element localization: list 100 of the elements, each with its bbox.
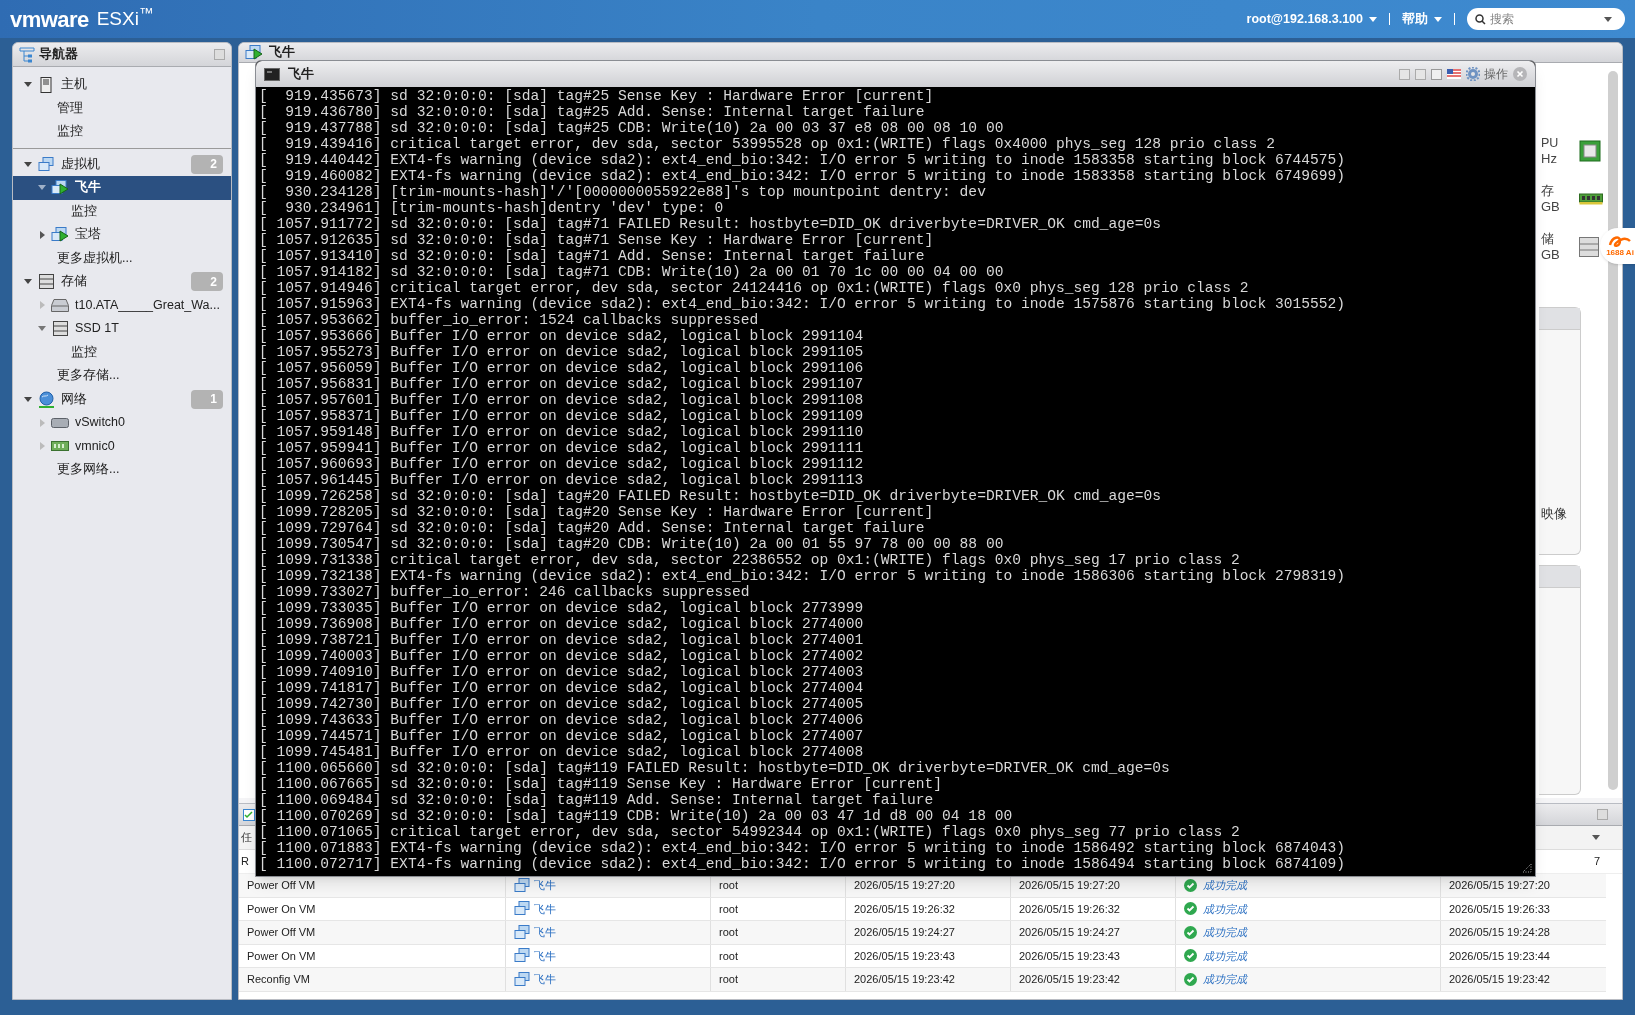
console-line: [ 1099.745481] Buffer I/O error on device sda2, logical block 2774008 [259,744,864,760]
globe-icon [37,390,55,408]
collapse-panel-icon[interactable] [214,49,225,60]
nav-tree-item[interactable]: vSwitch0 [13,411,231,435]
vm-link[interactable]: 飞牛 [534,924,556,941]
settings-icon [1466,67,1480,81]
console-line: [ 1099.738721] Buffer I/O error on device sda2, logical block 2774001 [259,632,864,648]
vm-link[interactable]: 飞牛 [534,900,556,917]
close-icon[interactable] [1513,67,1527,81]
nav-item-label: 监控 [71,343,97,361]
hard-drive-icon [51,298,69,312]
task-row[interactable]: Reconfig VM 飞牛 root 2026/05/15 19:23:42 2026/05/15 19:23:42 成功完成 2026/05/15 19:23:42 [239,968,1606,992]
success-icon [1184,949,1197,963]
collapse-panel-icon[interactable] [1597,809,1608,820]
success-icon [1184,972,1197,986]
expanded-arrow-icon[interactable] [38,326,46,332]
window-icon[interactable] [1415,68,1426,80]
search-field[interactable]: 搜索 [1467,8,1625,30]
console-line: [ 1099.742730] Buffer I/O error on device sda2, logical block 2774005 [259,696,864,712]
nav-item-label: 宝塔 [75,226,101,244]
status-text: 成功完成 [1203,925,1247,940]
console-line: [ 1057.956831] Buffer I/O error on device sda2, logical block 2991107 [259,376,864,392]
nav-tree-item[interactable]: 管理 [13,96,231,120]
table-cell-text: 2026/05/15 19:24:27 [853,925,956,940]
nav-tree-item[interactable]: t10.ATA_____Great_Wa... [13,293,231,317]
expanded-arrow-icon[interactable] [24,396,32,402]
console-line: [ 1099.729764] sd 32:0:0:0: [sda] tag#20 Add. Sense: Internal target failure [259,520,925,536]
task-row[interactable]: Power On VM 飞牛 root 2026/05/15 19:26:32 2026/05/15 19:26:32 成功完成 2026/05/15 19:26:33 [239,897,1606,921]
nav-item-label: 更多虚拟机... [57,249,133,267]
expanded-arrow-icon[interactable] [24,82,32,88]
caret-icon [1369,16,1377,22]
console-line: [ 1057.959941] Buffer I/O error on device sda2, logical block 2991111 [259,440,864,456]
vm-running-icon [245,45,263,60]
table-cell-text: 2026/05/15 19:27:20 [1018,878,1121,893]
nav-tree-item[interactable]: 宝塔 [13,223,231,247]
flag-icon[interactable] [1447,69,1461,79]
expanded-arrow-icon[interactable] [24,279,32,285]
nav-tree-item[interactable]: 更多网络... [13,458,231,482]
console-line: [ 930.234128] [trim-mounts-hash]'/'[0000000055922e88]'s top mountpoint dentry: dev [259,184,986,200]
console-line: [ 1100.069484] sd 32:0:0:0: [sda] tag#119 Add. Sense: Internal target failure [259,792,934,808]
nav-item-label: 网络 [61,390,87,408]
status-text: 成功完成 [1203,948,1247,964]
collapsed-arrow-icon[interactable] [39,230,45,239]
vm-icon [514,971,530,987]
nav-tree-item[interactable]: 存储 2 [13,270,231,294]
table-cell-text: 2026/05/15 19:23:44 [1448,948,1551,964]
count-badge: 2 [191,154,223,174]
navigator-title: 导航器 [39,46,78,64]
success-icon [1184,878,1197,892]
vm-running-icon [51,227,69,243]
console-line: [ 919.460082] EXT4-fs warning (device sda2): ext4_end_bio:342: I/O error 5 writing to inode 1583358 starting block 6749699) [259,168,1345,184]
help-menu[interactable]: 帮助 [1394,9,1450,29]
console-line: [ 1057.914182] sd 32:0:0:0: [sda] tag#71 CDB: Write(10) 2a 00 01 70 1c 00 00 04 00 00 [259,264,1004,280]
expanded-arrow-icon[interactable] [38,185,46,191]
vm-running-icon [51,180,69,196]
nav-tree-item[interactable]: SSD 1T [13,317,231,341]
console-line: [ 1057.959148] Buffer I/O error on device sda2, logical block 2991110 [259,424,864,440]
expanded-arrow-icon[interactable] [24,161,32,167]
table-cell-text: root [718,925,739,940]
vm-icon [514,901,530,917]
window-icon[interactable] [1431,68,1442,80]
count-badge: 1 [191,389,223,409]
table-cell-text: root [718,901,739,917]
console-line: [ 1099.730547] sd 32:0:0:0: [sda] tag#20 CDB: Write(10) 2a 00 01 55 97 78 00 00 88 00 [259,536,1004,552]
window-icon[interactable] [1399,68,1410,80]
console-line: [ 1099.736908] Buffer I/O error on device sda2, logical block 2774000 [259,616,864,632]
nav-tree-item[interactable]: vmnic0 [13,434,231,458]
console-line: [ 1057.915963] EXT4-fs warning (device sda2): ext4_end_bio:342: I/O error 5 writing to inode 1575876 starting block 3015552) [259,296,1345,312]
vm-link[interactable]: 飞牛 [534,877,556,894]
console-line: [ 1057.960693] Buffer I/O error on device sda2, logical block 2991112 [259,456,864,472]
vm-link[interactable]: 飞牛 [534,947,556,964]
resize-grip-icon[interactable] [1522,863,1532,873]
console-line: [ 1100.072717] EXT4-fs warning (device sda2): ext4_end_bio:342: I/O error 5 writing to inode 1586494 starting block 6874109) [259,856,1345,872]
chip-icon [1579,140,1601,162]
task-row[interactable]: Power Off VM 飞牛 root 2026/05/15 19:24:27 2026/05/15 19:24:27 成功完成 2026/05/15 19:24:28 [239,921,1606,945]
caret-icon [1604,16,1612,22]
nav-tree-item[interactable]: 更多虚拟机... [13,246,231,270]
nav-tree-item[interactable]: 监控 [13,120,231,144]
network-card-icon [51,441,69,452]
console-line: [ 1099.731338] critical target error, dev sda, sector 22386552 op 0x1:(WRITE) flags 0x0 phys_seg 17 prio class 2 [259,552,1240,568]
vm-link[interactable]: 飞牛 [534,971,556,988]
nav-tree-item[interactable]: 网络 1 [13,387,231,411]
nav-tree-item[interactable]: 更多存储... [13,364,231,388]
console-line: [ 1057.953662] buffer_io_error: 1524 callbacks suppressed [259,312,759,328]
console-line: [ 1100.065660] sd 32:0:0:0: [sda] tag#119 FAILED Result: hostbyte=DID_OK driverbyte=DRIVER_OK cmd_age=0s [259,760,1170,776]
task-row[interactable]: Power On VM 飞牛 root 2026/05/15 19:23:43 2026/05/15 19:23:43 成功完成 2026/05/15 19:23:44 [239,944,1606,968]
success-icon [1184,902,1197,916]
column-header[interactable]: 任 [239,829,252,846]
actions-button[interactable]: 操作 [1466,65,1508,83]
console-line: [ 1057.953666] Buffer I/O error on device sda2, logical block 2991104 [259,328,864,344]
nav-tree-item[interactable]: 监控 [13,199,231,223]
nav-tree-item[interactable]: 飞牛 [13,176,231,200]
tasks-icon [243,808,255,821]
user-menu[interactable]: root@192.168.3.100 [1238,9,1385,29]
nav-tree-item[interactable]: 主机 [13,73,231,97]
nav-item-label: t10.ATA_____Great_Wa... [75,296,220,314]
search-input[interactable]: 搜索 [1490,10,1600,28]
nav-tree-item[interactable]: 监控 [13,340,231,364]
nav-tree-item[interactable]: 虚拟机 2 [13,152,231,176]
resource-label: 储 [1541,231,1555,247]
